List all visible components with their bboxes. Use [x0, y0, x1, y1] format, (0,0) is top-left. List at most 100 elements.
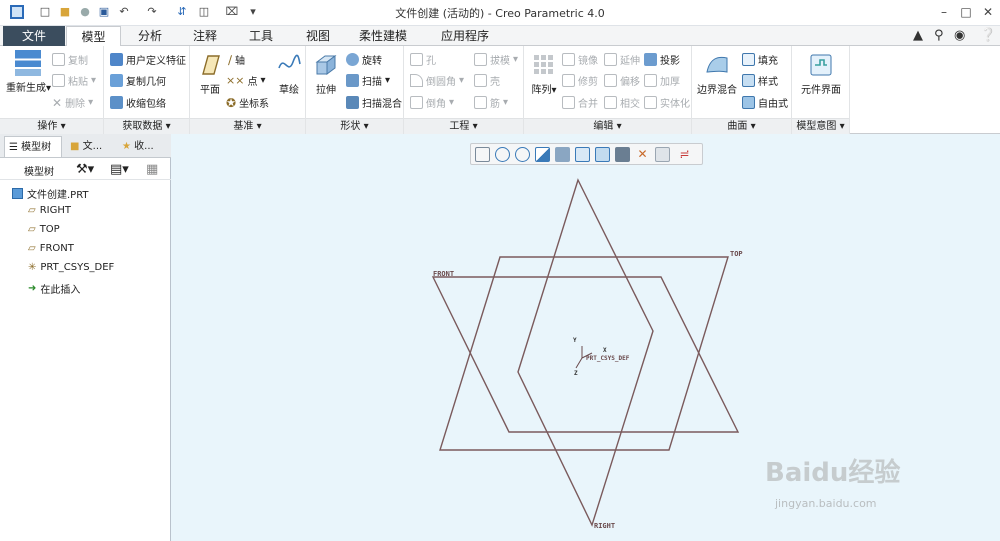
merge-button[interactable]: 合并 [562, 95, 598, 110]
ribbon-tab-bar: 文件 模型 分析 注释 工具 视图 柔性建模 应用程序 ▲ ⚲ ◉ ❔ [0, 26, 1000, 47]
help-icon[interactable]: ❔ [980, 28, 996, 43]
undo-icon[interactable]: ↶ [117, 5, 131, 19]
navigator-tabs: ☰ 模型树 ■ 文... ★ 收... [0, 134, 171, 158]
sweep-button[interactable]: 扫描 ▾ [346, 73, 390, 88]
copy-button[interactable]: 复制 [52, 52, 88, 67]
zoom-out-icon[interactable] [515, 147, 530, 162]
tab-applications[interactable]: 应用程序 [420, 26, 510, 46]
tab-tools[interactable]: 工具 [233, 26, 289, 46]
new-file-icon[interactable]: □ [38, 5, 52, 19]
udf-button[interactable]: 用户定义特征 [110, 52, 186, 67]
minimize-button[interactable]: – [934, 3, 954, 21]
tab-folder-browser[interactable]: ■ 文... [66, 136, 112, 157]
regenerate-quick-icon[interactable]: ⇵ [175, 5, 189, 19]
group-label-surfaces[interactable]: 曲面 ▾ [692, 118, 791, 134]
help-center-icon[interactable]: ◉ [954, 28, 965, 43]
paste-button[interactable]: 粘贴 ▾ [52, 73, 96, 88]
redo-icon[interactable]: ↷ [145, 5, 159, 19]
refit-icon[interactable] [475, 147, 490, 162]
group-label-model-intent[interactable]: 模型意图 ▾ [792, 118, 849, 134]
regenerate-button[interactable]: 重新生成▾ [6, 50, 51, 94]
draft-button[interactable]: 拔模 ▾ [474, 52, 518, 67]
customize-quick-access-icon[interactable]: ▾ [246, 5, 260, 19]
component-interface-button[interactable]: 元件界面 [796, 52, 846, 96]
plane-button[interactable]: 平面 [194, 52, 226, 96]
datum-plane-top[interactable] [439, 256, 729, 451]
group-label-get-data[interactable]: 获取数据 ▾ [104, 118, 189, 134]
extend-button[interactable]: 延伸 [604, 52, 640, 67]
thicken-button[interactable]: 加厚 [644, 73, 680, 88]
tree-item-insert-here[interactable]: ➜ 在此插入 [28, 281, 80, 296]
delete-button[interactable]: ✕ 删除 ▾ [52, 95, 93, 111]
offset-button[interactable]: 偏移 [604, 73, 640, 88]
tab-annotate[interactable]: 注释 [178, 26, 232, 46]
tab-model-tree[interactable]: ☰ 模型树 [4, 136, 62, 157]
csys-glyph[interactable]: Y X Z PRT_CSYS_DEF [573, 337, 630, 377]
pattern-button[interactable]: 阵列▾ [528, 52, 560, 96]
group-label-engineering[interactable]: 工程 ▾ [404, 118, 523, 134]
tab-analysis[interactable]: 分析 [123, 26, 177, 46]
boundary-blend-button[interactable]: 边界混合 [696, 52, 738, 96]
tab-model[interactable]: 模型 [66, 26, 121, 47]
search-icon[interactable]: ⚲ [934, 28, 944, 43]
creo-app-icon[interactable] [10, 5, 24, 19]
point-button[interactable]: ×× 点 ▾ [226, 73, 265, 88]
swept-blend-button[interactable]: 扫描混合 [346, 95, 402, 110]
extrude-button[interactable]: 拉伸 [310, 52, 342, 96]
model-tree-menu[interactable]: 模型树 [24, 163, 54, 178]
group-label-operations[interactable]: 操作 ▾ [0, 118, 103, 134]
tree-columns-icon[interactable]: ▦ [146, 162, 158, 177]
tab-favorites[interactable]: ★ 收... [118, 136, 166, 157]
round-button[interactable]: 倒圆角 ▾ [410, 73, 464, 88]
style-button[interactable]: 样式 [742, 73, 778, 88]
csys-button[interactable]: ✪ 坐标系 [226, 95, 269, 111]
windows-icon[interactable]: ◫ [197, 5, 211, 19]
intersect-button[interactable]: 相交 [604, 95, 640, 110]
perspective-view-icon[interactable] [615, 147, 630, 162]
mirror-button[interactable]: 镜像 [562, 52, 598, 67]
repaint-icon[interactable] [535, 147, 550, 162]
close-window-icon[interactable]: ● [78, 5, 92, 19]
open-folder-icon[interactable]: ■ [58, 5, 72, 19]
fill-button[interactable]: 填充 [742, 52, 778, 67]
group-label-editing[interactable]: 编辑 ▾ [524, 118, 691, 134]
trim-button[interactable]: 修剪 [562, 73, 598, 88]
hole-button[interactable]: 孔 [410, 52, 436, 67]
maximize-button[interactable]: □ [956, 3, 976, 21]
tree-item-front[interactable]: ▱ FRONT [28, 243, 74, 254]
axis-button[interactable]: ∕ 轴 [228, 52, 245, 68]
saved-orientations-icon[interactable] [575, 147, 590, 162]
shell-button[interactable]: 壳 [474, 73, 500, 88]
tab-view[interactable]: 视图 [290, 26, 346, 46]
tree-item-top[interactable]: ▱ TOP [28, 224, 60, 235]
shrinkwrap-button[interactable]: 收缩包络 [110, 95, 166, 110]
save-icon[interactable]: ▣ [97, 5, 111, 19]
annotation-display-icon[interactable] [655, 147, 670, 162]
close-window-button[interactable]: ✕ [978, 3, 998, 21]
group-label-datum[interactable]: 基准 ▾ [190, 118, 305, 134]
revolve-button[interactable]: 旋转 [346, 52, 382, 67]
datum-display-filters-icon[interactable]: ✕ [635, 147, 650, 162]
tree-item-csys[interactable]: ✳ PRT_CSYS_DEF [28, 262, 114, 273]
zoom-in-icon[interactable] [495, 147, 510, 162]
solidify-button[interactable]: 实体化 [644, 95, 690, 110]
display-style-icon[interactable] [555, 147, 570, 162]
tree-item-right[interactable]: ▱ RIGHT [28, 205, 71, 216]
group-label-shapes[interactable]: 形状 ▾ [306, 118, 403, 134]
tree-settings-icon[interactable]: ⚒▾ [76, 162, 94, 177]
tree-item-part[interactable]: 文件创建.PRT [12, 186, 89, 201]
tree-filters-icon[interactable]: ▤▾ [110, 162, 129, 177]
datum-plane-right[interactable] [517, 178, 654, 527]
project-button[interactable]: 投影 [644, 52, 680, 67]
sketch-button[interactable]: 草绘 [274, 52, 304, 96]
close-icon[interactable]: ⌧ [225, 5, 239, 19]
tab-file[interactable]: 文件 [3, 26, 65, 46]
view-manager-icon[interactable] [595, 147, 610, 162]
spin-center-icon[interactable]: ≓ [677, 147, 692, 162]
tab-flexible-modeling[interactable]: 柔性建模 [347, 26, 419, 46]
minimize-ribbon-icon[interactable]: ▲ [913, 28, 923, 43]
freestyle-button[interactable]: 自由式 [742, 95, 788, 110]
rib-button[interactable]: 筋 ▾ [474, 95, 508, 110]
copy-geometry-button[interactable]: 复制几何 [110, 73, 166, 88]
chamfer-button[interactable]: 倒角 ▾ [410, 95, 454, 110]
